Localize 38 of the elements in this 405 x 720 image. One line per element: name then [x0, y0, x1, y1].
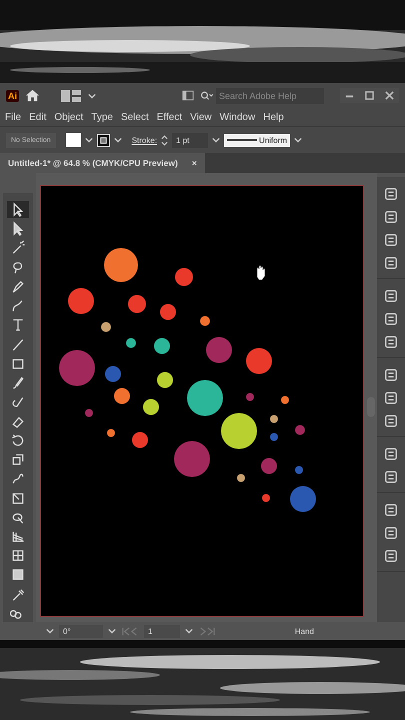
fill-swatch[interactable] [66, 133, 81, 147]
menu-item[interactable]: File [5, 112, 22, 122]
chevron-down-icon[interactable] [294, 137, 302, 143]
selection-icon[interactable] [7, 201, 29, 218]
close-icon[interactable] [385, 91, 394, 100]
chevron-down-icon[interactable] [114, 137, 122, 143]
stroke-label[interactable]: Stroke: [132, 136, 158, 144]
stroke-swatch[interactable] [96, 134, 110, 146]
stroke-line-icon [227, 138, 258, 142]
menu-item[interactable]: Edit [29, 112, 46, 122]
chevron-down-icon[interactable] [185, 628, 193, 634]
search-icon[interactable] [200, 90, 214, 100]
hand-cursor-icon [256, 265, 266, 280]
rotation-field[interactable]: 0° [59, 624, 103, 638]
maximize-icon[interactable] [365, 91, 374, 100]
stroke-weight-field[interactable]: 1 pt [172, 132, 208, 148]
stepper-icon[interactable] [161, 134, 168, 146]
menu-item[interactable]: Window [220, 112, 256, 122]
search-field[interactable]: Search Adobe Help [216, 88, 324, 104]
chevron-down-icon[interactable] [84, 137, 93, 143]
menu-item[interactable]: View [190, 112, 212, 122]
current-tool-label: Hand [294, 626, 314, 636]
menu-item[interactable]: Type [91, 112, 113, 122]
panel-icon[interactable] [182, 90, 194, 101]
menu-item[interactable]: Object [54, 112, 84, 122]
app-logo[interactable]: Ai [6, 90, 19, 102]
menu-item[interactable]: Help [263, 112, 284, 122]
stroke-profile-dropdown[interactable]: Uniform [224, 134, 290, 146]
workspace-icon[interactable] [60, 90, 82, 102]
menu-item[interactable]: Select [120, 112, 149, 122]
chevron-down-icon[interactable] [88, 92, 96, 98]
chevron-down-icon[interactable] [212, 137, 220, 143]
chevron-down-icon[interactable] [46, 628, 54, 634]
menu-item[interactable]: Effect [156, 112, 182, 122]
document-tab[interactable]: Untitled-1* @ 64.8 % (CMYK/CPU Preview) × [0, 153, 205, 173]
chevron-down-icon[interactable] [108, 628, 116, 634]
artboard-field[interactable]: 1 [144, 624, 180, 638]
home-icon[interactable] [25, 88, 40, 103]
